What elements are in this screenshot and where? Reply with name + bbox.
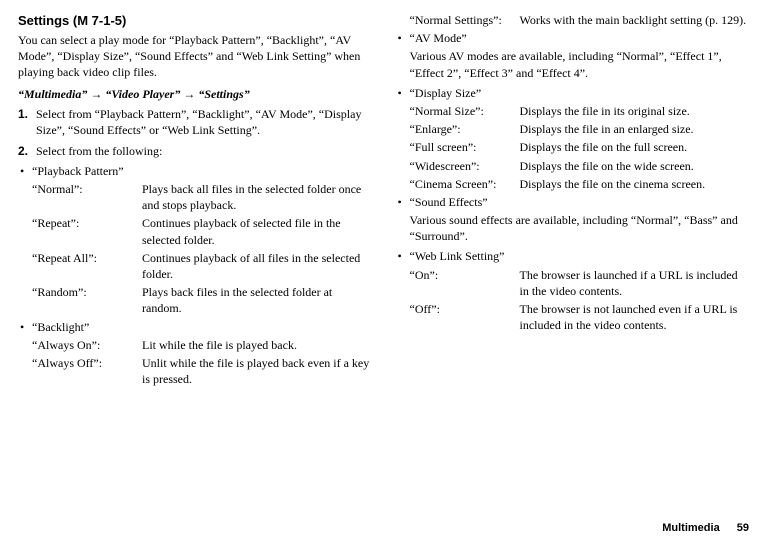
bullet-display-size: “Display Size” — [396, 85, 750, 101]
nav-part-1: “Multimedia” — [18, 87, 87, 101]
arrow-icon: → — [87, 87, 105, 101]
display-cinema-row: “Cinema Screen”: Displays the file on th… — [396, 176, 750, 192]
backlight-off-row: “Always Off”: Unlit while the file is pl… — [18, 355, 372, 387]
weblink-on-row: “On”: The browser is launched if a URL i… — [396, 267, 750, 299]
right-column: “Normal Settings”: Works with the main b… — [396, 12, 750, 389]
playback-repeatall-key: “Repeat All”: — [32, 250, 142, 282]
step-1-number: 1. — [18, 106, 36, 138]
sound-effects-desc: Various sound effects are available, inc… — [396, 212, 750, 244]
bullet-sound-effects: “Sound Effects” — [396, 194, 750, 210]
display-full-key: “Full screen”: — [410, 139, 520, 155]
display-cinema-val: Displays the file on the cinema screen. — [520, 176, 750, 192]
intro-paragraph: You can select a play mode for “Playback… — [18, 32, 372, 81]
weblink-on-val: The browser is launched if a URL is incl… — [520, 267, 750, 299]
playback-pattern-title: “Playback Pattern” — [32, 163, 372, 179]
playback-random-key: “Random”: — [32, 284, 142, 316]
display-normal-key: “Normal Size”: — [410, 103, 520, 119]
display-full-row: “Full screen”: Displays the file on the … — [396, 139, 750, 155]
backlight-on-key: “Always On”: — [32, 337, 142, 353]
step-2-text: Select from the following: — [36, 143, 372, 159]
step-1-text: Select from “Playback Pattern”, “Backlig… — [36, 106, 372, 138]
step-2: 2. Select from the following: — [18, 143, 372, 159]
av-mode-desc: Various AV modes are available, includin… — [396, 48, 750, 80]
display-wide-row: “Widescreen”: Displays the file on the w… — [396, 158, 750, 174]
page-footer: Multimedia 59 — [662, 521, 749, 536]
playback-repeatall-row: “Repeat All”: Continues playback of all … — [18, 250, 372, 282]
footer-page-number: 59 — [737, 522, 749, 534]
backlight-off-val: Unlit while the file is played back even… — [142, 355, 372, 387]
display-cinema-key: “Cinema Screen”: — [410, 176, 520, 192]
av-mode-title: “AV Mode” — [410, 30, 750, 46]
display-full-val: Displays the file on the full screen. — [520, 139, 750, 155]
web-link-title: “Web Link Setting” — [410, 248, 750, 264]
arrow-icon: → — [180, 87, 198, 101]
display-wide-val: Displays the file on the wide screen. — [520, 158, 750, 174]
nav-part-2: “Video Player” — [105, 87, 180, 101]
playback-repeatall-val: Continues playback of all files in the s… — [142, 250, 372, 282]
playback-normal-val: Plays back all files in the selected fol… — [142, 181, 372, 213]
playback-repeat-val: Continues playback of selected file in t… — [142, 215, 372, 247]
playback-repeat-key: “Repeat”: — [32, 215, 142, 247]
playback-normal-key: “Normal”: — [32, 181, 142, 213]
sound-effects-title: “Sound Effects” — [410, 194, 750, 210]
section-heading: Settings (M 7-1-5) — [18, 12, 372, 30]
playback-random-val: Plays back files in the selected folder … — [142, 284, 372, 316]
playback-normal-row: “Normal”: Plays back all files in the se… — [18, 181, 372, 213]
display-enlarge-key: “Enlarge”: — [410, 121, 520, 137]
backlight-normal-row: “Normal Settings”: Works with the main b… — [396, 12, 750, 28]
step-1: 1. Select from “Playback Pattern”, “Back… — [18, 106, 372, 138]
step-2-number: 2. — [18, 143, 36, 159]
left-column: Settings (M 7-1-5) You can select a play… — [18, 12, 372, 389]
display-enlarge-val: Displays the file in an enlarged size. — [520, 121, 750, 137]
display-size-title: “Display Size” — [410, 85, 750, 101]
backlight-normal-key: “Normal Settings”: — [410, 12, 520, 28]
bullet-av-mode: “AV Mode” — [396, 30, 750, 46]
backlight-normal-val: Works with the main backlight setting (p… — [520, 12, 750, 28]
backlight-title: “Backlight” — [32, 319, 372, 335]
playback-random-row: “Random”: Plays back files in the select… — [18, 284, 372, 316]
weblink-off-val: The browser is not launched even if a UR… — [520, 301, 750, 333]
footer-label: Multimedia — [662, 522, 719, 534]
display-normal-row: “Normal Size”: Displays the file in its … — [396, 103, 750, 119]
weblink-off-row: “Off”: The browser is not launched even … — [396, 301, 750, 333]
bullet-backlight: “Backlight” — [18, 319, 372, 335]
backlight-off-key: “Always Off”: — [32, 355, 142, 387]
nav-path: “Multimedia”→“Video Player”→“Settings” — [18, 86, 372, 102]
display-normal-val: Displays the file in its original size. — [520, 103, 750, 119]
display-wide-key: “Widescreen”: — [410, 158, 520, 174]
backlight-on-row: “Always On”: Lit while the file is playe… — [18, 337, 372, 353]
nav-part-3: “Settings” — [198, 87, 249, 101]
playback-repeat-row: “Repeat”: Continues playback of selected… — [18, 215, 372, 247]
weblink-off-key: “Off”: — [410, 301, 520, 333]
bullet-playback-pattern: “Playback Pattern” — [18, 163, 372, 179]
weblink-on-key: “On”: — [410, 267, 520, 299]
backlight-on-val: Lit while the file is played back. — [142, 337, 372, 353]
bullet-web-link: “Web Link Setting” — [396, 248, 750, 264]
display-enlarge-row: “Enlarge”: Displays the file in an enlar… — [396, 121, 750, 137]
